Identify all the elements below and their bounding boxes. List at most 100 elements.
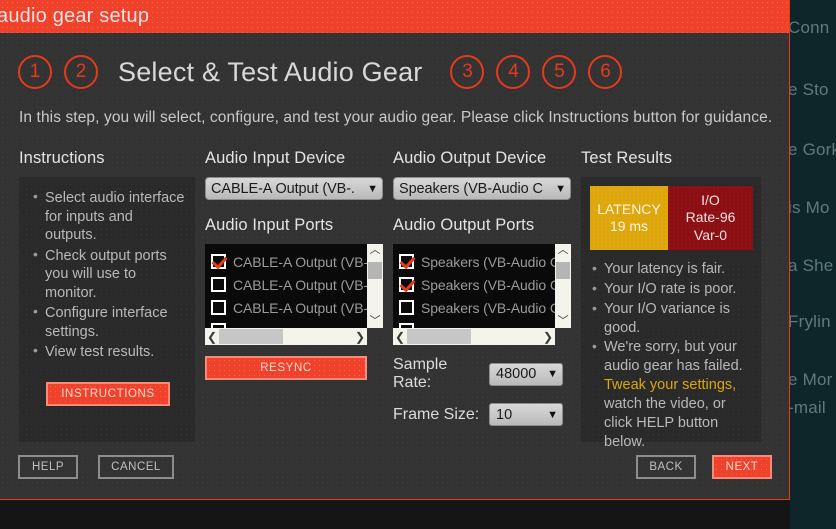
intro-paragraph: In this step, you will select, configure…: [0, 95, 789, 127]
background-text-line: e Sto: [788, 80, 829, 100]
step-circle-5[interactable]: 5: [542, 55, 576, 89]
audio-gear-setup-dialog: audio gear setup 1 2 Select & Test Audio…: [0, 0, 790, 500]
background-dark-strip: [0, 497, 790, 529]
instructions-button[interactable]: INSTRUCTIONS: [46, 382, 170, 406]
chevron-down-icon: ▼: [367, 183, 378, 195]
scrollbar-thumb[interactable]: [407, 329, 471, 344]
instruction-item: View test results.: [31, 343, 185, 362]
port-row[interactable]: CABLE-A Output (VB-: [211, 250, 367, 273]
result-message: Your I/O rate is poor.: [590, 280, 753, 299]
background-text-line: a She: [788, 256, 833, 276]
audio-input-vertical-scrollbar[interactable]: ︿ ﹀: [367, 244, 383, 328]
instructions-panel: Select audio interface for inputs and ou…: [19, 177, 195, 442]
background-text-line: Conn: [788, 18, 829, 38]
step-circle-1[interactable]: 1: [18, 55, 52, 89]
window-title: audio gear setup: [0, 5, 149, 28]
frame-size-row: Frame Size: 10 ▼: [393, 403, 571, 426]
checkbox-unchecked-icon[interactable]: [211, 277, 226, 292]
audio-output-horizontal-scrollbar[interactable]: ❮ ❯: [393, 328, 555, 345]
scroll-right-icon[interactable]: ❯: [543, 330, 553, 344]
audio-input-device-select[interactable]: CABLE-A Output (VB-. ▼: [205, 177, 383, 200]
port-label: CABLE-A Output (VB-: [233, 300, 367, 316]
audio-output-column: Audio Output Device Speakers (VB-Audio C…: [393, 149, 581, 442]
frame-size-select[interactable]: 10 ▼: [489, 403, 563, 426]
sample-rate-row: Sample Rate: 48000 ▼: [393, 356, 571, 392]
port-label: Speakers (VB-Audio C: [421, 277, 555, 293]
scrollbar-thumb[interactable]: [368, 262, 382, 279]
scrollbar-thumb[interactable]: [556, 262, 570, 279]
scrollbar-thumb[interactable]: [219, 329, 283, 344]
checkbox-unchecked-icon[interactable]: [211, 300, 226, 315]
scroll-up-icon[interactable]: ︿: [370, 244, 381, 257]
io-rate-value: Rate-96: [686, 209, 736, 226]
port-row[interactable]: Speakers (VB-Audio C: [399, 250, 555, 273]
instruction-item: Configure interface settings.: [31, 304, 185, 341]
dialog-footer: HELP CANCEL BACK NEXT: [0, 443, 790, 499]
checkbox-checked-icon[interactable]: [399, 277, 414, 292]
next-button[interactable]: NEXT: [712, 455, 772, 479]
latency-title: LATENCY: [597, 201, 661, 219]
io-title: I/O: [701, 192, 720, 209]
background-text-line: e Mor: [788, 370, 832, 390]
audio-input-horizontal-scrollbar[interactable]: ❮ ❯: [205, 328, 367, 345]
step-circle-6[interactable]: 6: [588, 55, 622, 89]
port-label: CABLE-A Output (VB-: [233, 277, 367, 293]
port-label: Speakers (VB-Audio C: [421, 254, 555, 270]
step-circle-3[interactable]: 3: [450, 55, 484, 89]
checkbox-checked-icon[interactable]: [211, 254, 226, 269]
latency-value: 19 ms: [610, 218, 648, 236]
step-circle-2[interactable]: 2: [64, 55, 98, 89]
port-row[interactable]: Speakers (VB-Audio C: [399, 296, 555, 319]
main-columns: Instructions Select audio interface for …: [0, 127, 789, 442]
tweak-settings-link[interactable]: Tweak your settings,: [604, 377, 736, 393]
checkbox-checked-icon[interactable]: [399, 254, 414, 269]
audio-output-device-select[interactable]: Speakers (VB-Audio C ▼: [393, 177, 571, 200]
sample-rate-value: 48000: [496, 366, 536, 382]
background-text-line: -mail: [788, 398, 826, 418]
instruction-item: Check output ports you will use to monit…: [31, 247, 185, 303]
back-button[interactable]: BACK: [636, 455, 696, 479]
audio-input-ports-wrap: CABLE-A Output (VB- CABLE-A Output (VB- CA…: [205, 244, 383, 380]
port-row[interactable]: [211, 319, 367, 328]
instructions-list: Select audio interface for inputs and ou…: [31, 189, 185, 362]
audio-output-device-heading: Audio Output Device: [393, 149, 581, 168]
chevron-down-icon: ▼: [555, 183, 566, 195]
scroll-right-icon[interactable]: ❯: [355, 330, 365, 344]
failure-text-suffix: watch the video, or click HELP button be…: [604, 396, 726, 450]
result-message: Your latency is fair.: [590, 260, 753, 279]
test-results-heading: Test Results: [581, 149, 771, 168]
scroll-up-icon[interactable]: ︿: [558, 244, 569, 257]
port-row[interactable]: CABLE-A Output (VB-: [211, 296, 367, 319]
result-badges: LATENCY 19 ms I/O Rate-96 Var-0: [590, 186, 753, 250]
audio-input-ports-box: CABLE-A Output (VB- CABLE-A Output (VB- CA…: [205, 244, 383, 328]
port-row[interactable]: [399, 319, 555, 328]
background-text-line: e Gork: [788, 140, 836, 160]
checkbox-unchecked-icon[interactable]: [399, 300, 414, 315]
result-message: Your I/O variance is good.: [590, 300, 753, 338]
result-failure-message: We're sorry, but your audio gear has fai…: [590, 338, 753, 451]
instructions-heading: Instructions: [19, 149, 205, 168]
scroll-down-icon[interactable]: ﹀: [558, 315, 569, 328]
scroll-left-icon[interactable]: ❮: [207, 330, 217, 344]
audio-input-column: Audio Input Device CABLE-A Output (VB-. …: [205, 149, 393, 442]
latency-badge: LATENCY 19 ms: [590, 186, 668, 250]
port-row[interactable]: Speakers (VB-Audio C: [399, 273, 555, 296]
instruction-item: Select audio interface for inputs and ou…: [31, 189, 185, 245]
port-label: Speakers (VB-Audio C: [421, 300, 555, 316]
audio-input-ports-list: CABLE-A Output (VB- CABLE-A Output (VB- CA…: [205, 244, 367, 328]
chevron-down-icon: ▼: [547, 409, 558, 421]
audio-output-vertical-scrollbar[interactable]: ︿ ﹀: [555, 244, 571, 328]
audio-output-ports-wrap: Speakers (VB-Audio C Speakers (VB-Audio C…: [393, 244, 571, 426]
sample-rate-select[interactable]: 48000 ▼: [489, 363, 563, 386]
step-circle-4[interactable]: 4: [496, 55, 530, 89]
port-row[interactable]: CABLE-A Output (VB-: [211, 273, 367, 296]
instructions-column: Instructions Select audio interface for …: [19, 149, 205, 442]
port-label: CABLE-A Output (VB-: [233, 254, 367, 270]
cancel-button[interactable]: CANCEL: [98, 455, 174, 479]
help-button[interactable]: HELP: [18, 455, 78, 479]
scroll-down-icon[interactable]: ﹀: [370, 315, 381, 328]
scroll-left-icon[interactable]: ❮: [395, 330, 405, 344]
page-title: Select & Test Audio Gear: [118, 57, 422, 88]
resync-button[interactable]: RESYNC: [205, 356, 367, 380]
audio-input-device-heading: Audio Input Device: [205, 149, 393, 168]
